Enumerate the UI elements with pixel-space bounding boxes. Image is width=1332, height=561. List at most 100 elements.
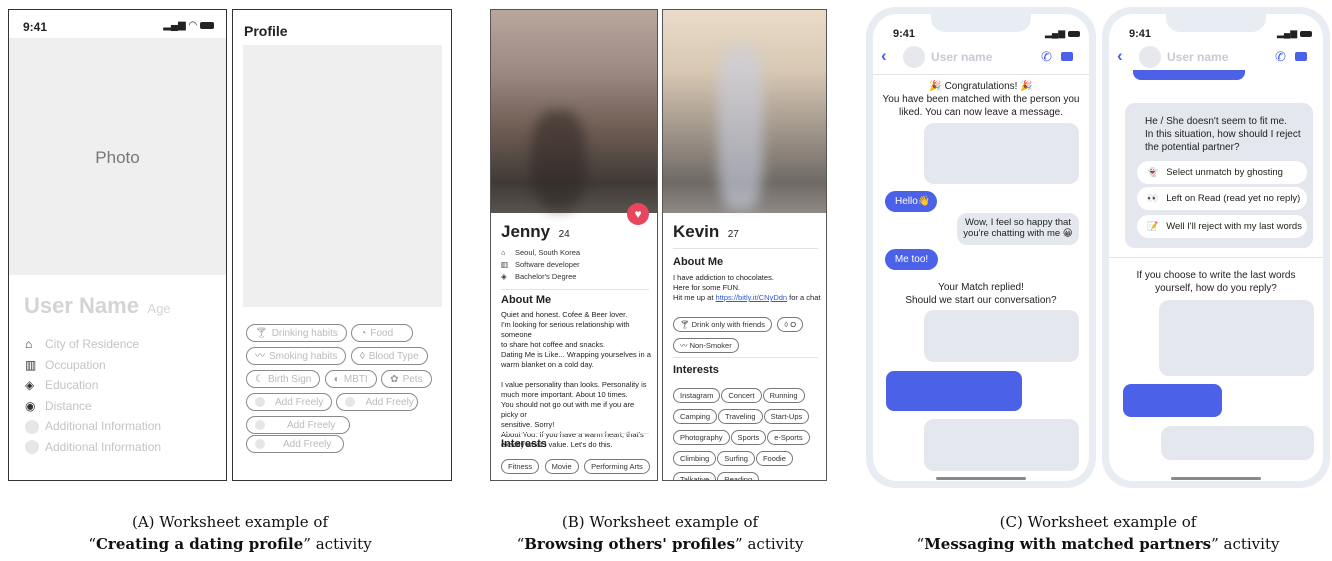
interest-tag[interactable]: Performing Arts <box>584 459 650 474</box>
pill-drinking[interactable]: 🍸︎ Drinking habits <box>246 324 347 342</box>
video-call-icon[interactable] <box>1061 52 1073 61</box>
tag-area: 🍸︎ Drinking habits ◔ Food 〰 Smoking habits … <box>246 323 450 453</box>
info-row-distance[interactable]: ◉ Distance <box>25 396 161 417</box>
signal-icon: ▂▄▆ <box>1045 28 1066 38</box>
about-text: I have addiction to chocolates. Here for… <box>673 273 821 302</box>
pill-add-freely[interactable]: Add Freely <box>246 393 332 411</box>
interest-tag[interactable]: Foodie <box>755 451 793 466</box>
worksheet-b-kevin-profile: Kevin 27 About Me I have addiction to ch… <box>662 9 827 481</box>
empty-sent-bubble[interactable] <box>886 371 1022 411</box>
congrats-message: 🎉 Congratulations! 🎉 You have been match… <box>882 81 1080 118</box>
interest-tag[interactable]: Surfing <box>717 451 755 466</box>
heart-icon[interactable]: ♥ <box>627 203 649 225</box>
pill-food[interactable]: ◔ Food <box>351 324 414 342</box>
last-words-question: If you choose to write the last words yo… <box>1136 270 1296 294</box>
interest-tag[interactable]: Start-Ups <box>763 409 810 424</box>
info-row-additional[interactable]: Additional Information <box>25 437 161 458</box>
interest-tag[interactable]: Traveling <box>718 409 763 424</box>
interests-tags: Instagram Concert Running Camping Traveling… <box>673 385 826 480</box>
pill-add-freely[interactable]: Add Freely <box>246 416 350 434</box>
option-left-on-read[interactable]: 👀 Left on Read (read yet no reply) <box>1137 187 1307 210</box>
phone-frame-chat: 9:41 ▂▄▆ ‹ User name ✆ 🎉 Congratulations… <box>866 7 1096 488</box>
empty-reply-bubble[interactable] <box>924 123 1079 184</box>
divider <box>673 248 818 249</box>
profile-link[interactable]: https://bitly.it/CNyDdn <box>716 293 788 302</box>
profile-image-placeholder[interactable] <box>243 45 442 307</box>
reject-screen: 9:41 ▂▄▆ ‹ User name ✆ He / She doesn't … <box>1109 14 1323 481</box>
pill-smoking[interactable]: 〰 Smoking habits <box>246 347 347 365</box>
pill-add-freely[interactable]: Add Freely <box>246 435 344 453</box>
chat-user-name: User name <box>1167 50 1229 64</box>
photo-label: Photo <box>95 148 140 167</box>
avatar[interactable] <box>903 46 925 68</box>
jenny-figure-blur <box>531 110 586 210</box>
back-chevron-icon[interactable]: ‹ <box>881 46 887 66</box>
glass-icon: 🍸︎ <box>255 328 268 339</box>
interest-tag[interactable]: Camping <box>673 409 718 424</box>
info-row-city[interactable]: ⌂ City of Residence <box>25 334 161 355</box>
tag-smoking[interactable]: 〰 Non-Smoker <box>673 338 739 353</box>
info-row-occupation[interactable]: ▥ Occupation <box>25 355 161 376</box>
phone-frame-reject: 9:41 ▂▄▆ ‹ User name ✆ He / She doesn't … <box>1102 7 1330 488</box>
location-pin-icon: ◉ <box>25 398 36 413</box>
option-last-words[interactable]: 📝 Well I'll reject with my last words <box>1137 215 1307 238</box>
interest-tag[interactable]: Movie <box>544 459 579 474</box>
divider <box>501 433 649 434</box>
interest-tag[interactable]: Sports <box>730 430 767 445</box>
about-title: About Me <box>501 294 552 306</box>
phone-call-icon[interactable]: ✆ <box>1275 49 1286 65</box>
info-row-education[interactable]: ◈ Education <box>25 375 161 396</box>
interest-tag[interactable]: e-Sports <box>767 430 810 445</box>
video-call-icon[interactable] <box>1295 52 1307 61</box>
interest-tag[interactable]: Running <box>762 388 805 403</box>
profile-age: 27 <box>727 229 739 240</box>
tag-blood-type[interactable]: ◊ O <box>777 317 804 332</box>
empty-sent-bubble[interactable] <box>1123 384 1222 417</box>
pill-birth-sign[interactable]: ☾ Birth Sign <box>246 370 321 388</box>
pill-pets[interactable]: ✿ Pets <box>381 370 432 388</box>
empty-reply-bubble[interactable] <box>924 419 1079 471</box>
interest-tag[interactable]: Photography <box>673 430 730 445</box>
interest-tag[interactable]: Talkative <box>673 472 717 480</box>
interest-tag[interactable]: Reading <box>717 472 760 480</box>
about-text: Quiet and honest. Cofee & Beer lover. I'… <box>501 310 651 449</box>
home-icon: ⌂ <box>25 337 33 351</box>
building-icon: ▥ <box>25 357 37 372</box>
info-row-additional[interactable]: Additional Information <box>25 416 161 437</box>
avatar[interactable] <box>1139 46 1161 68</box>
blank-circle-icon <box>345 397 356 408</box>
back-chevron-icon[interactable]: ‹ <box>1117 46 1123 66</box>
pill-add-freely[interactable]: Add Freely <box>336 393 419 411</box>
food-icon: ◔ <box>360 328 367 339</box>
interest-tag[interactable]: Fitness <box>501 459 540 474</box>
interest-tag[interactable]: Instagram <box>673 388 721 403</box>
signal-icon: ▂▄▆ <box>1277 28 1298 38</box>
blank-circle-icon <box>25 440 39 455</box>
phone-call-icon[interactable]: ✆ <box>1041 49 1052 65</box>
kevin-tags: 🍸︎ Drink only with friends ◊ O 〰 Non-Smo… <box>673 314 823 356</box>
profile-age: 24 <box>558 229 570 240</box>
divider <box>673 357 818 358</box>
divider <box>501 289 649 290</box>
cigarette-icon: 〰 <box>255 351 265 362</box>
home-icon: ⌂ <box>501 248 506 257</box>
memo-icon: 📝 <box>1147 221 1159 231</box>
status-icons: ▂▄▆ ◠ <box>163 20 214 31</box>
interest-tag[interactable]: Climbing <box>673 451 717 466</box>
option-ghosting[interactable]: 👻 Select unmatch by ghosting <box>1137 161 1307 184</box>
user-age: Age <box>147 301 171 316</box>
blank-circle-icon <box>255 439 265 450</box>
pill-mbti[interactable]: ◐ MBTI <box>324 370 377 388</box>
empty-reply-bubble[interactable] <box>1159 300 1314 376</box>
interest-tag[interactable]: Concert <box>721 388 762 403</box>
chat-screen: 9:41 ▂▄▆ ‹ User name ✆ 🎉 Congratulations… <box>873 14 1089 481</box>
battery-icon <box>1068 30 1081 37</box>
blank-circle-icon <box>255 397 265 408</box>
photo-placeholder[interactable]: Photo <box>9 38 226 275</box>
tag-drinking[interactable]: 🍸︎ Drink only with friends <box>673 317 772 332</box>
pill-blood-type[interactable]: ◊ Blood Type <box>350 347 428 365</box>
info-list: ⌂ City of Residence ▥ Occupation ◈ Educatio… <box>25 334 161 457</box>
empty-reply-bubble[interactable] <box>1161 426 1314 460</box>
building-icon: ▥ <box>501 260 509 269</box>
empty-reply-bubble[interactable] <box>924 310 1079 362</box>
